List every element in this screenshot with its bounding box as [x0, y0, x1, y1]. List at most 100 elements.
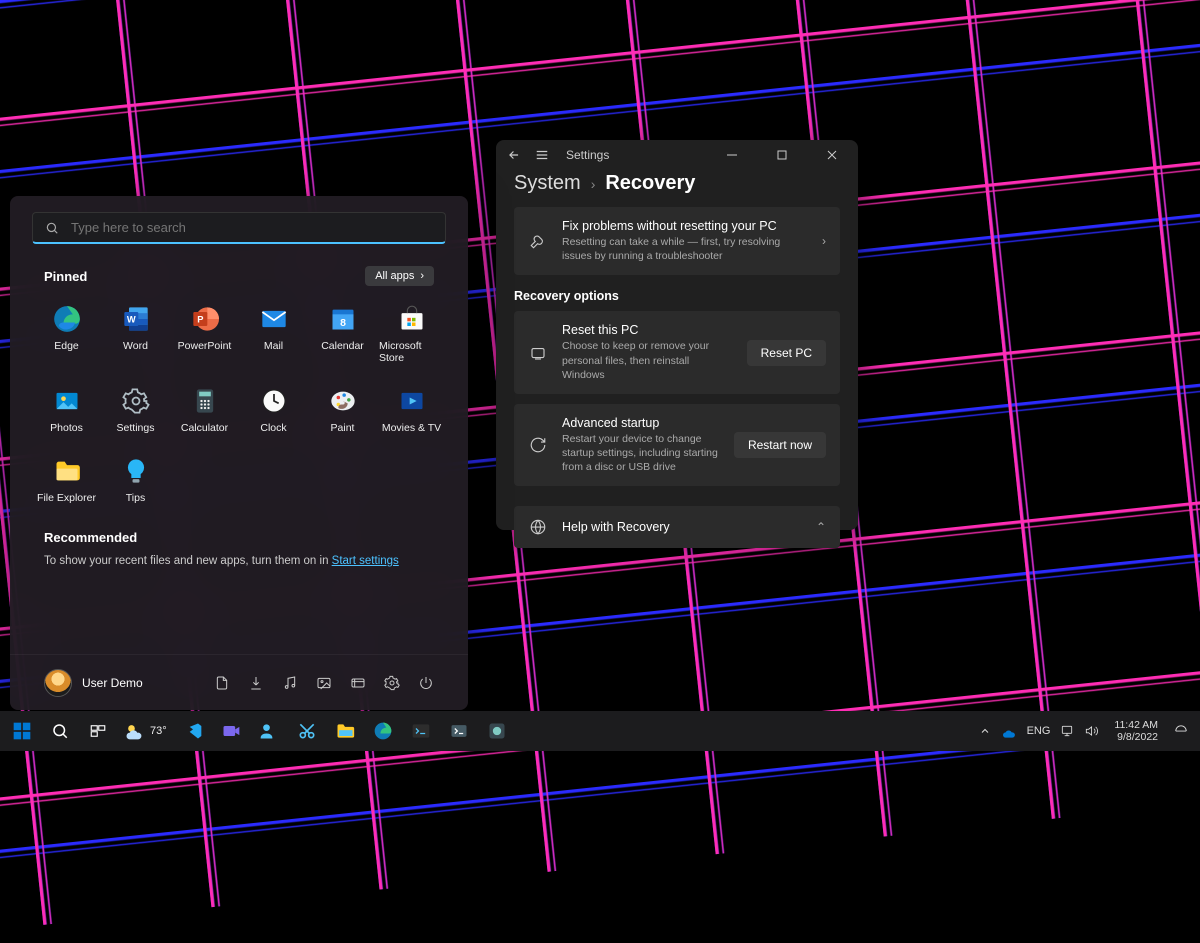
taskbar-app-people[interactable]	[251, 715, 287, 747]
pinned-app-calculator[interactable]: Calculator	[170, 380, 239, 440]
start-settings-link[interactable]: Start settings	[332, 555, 399, 567]
clock-icon	[259, 386, 289, 416]
tray-volume-icon[interactable]	[1084, 724, 1098, 738]
start-footer: User Demo	[10, 654, 468, 710]
pinned-label: Pinned	[44, 269, 87, 284]
app-label: Mail	[264, 340, 283, 352]
settings-icon	[121, 386, 151, 416]
pinned-app-explorer[interactable]: File Explorer	[32, 450, 101, 510]
search-input[interactable]	[71, 220, 433, 235]
recommended-label: Recommended	[10, 510, 468, 545]
explorer-icon	[52, 456, 82, 486]
app-label: Clock	[260, 422, 286, 434]
pinned-app-edge[interactable]: Edge	[32, 298, 101, 370]
weather-widget[interactable]: 73°	[118, 721, 173, 741]
settings-window: Settings System › Recovery Fix problems …	[496, 140, 858, 530]
pinned-app-movies[interactable]: Movies & TV	[377, 380, 446, 440]
mail-icon	[259, 304, 289, 334]
reset-icon	[528, 344, 548, 362]
word-icon: W	[121, 304, 151, 334]
maximize-button[interactable]	[762, 140, 802, 170]
pinned-app-calendar[interactable]: 8Calendar	[308, 298, 377, 370]
settings-titlebar: Settings	[496, 140, 858, 170]
wrench-icon	[528, 232, 548, 250]
app-label: Movies & TV	[382, 422, 441, 434]
pinned-apps-grid: Edge W Word P PowerPoint Mail 8CalendarMicroso…	[10, 286, 468, 510]
reset-title: Reset this PC	[562, 323, 733, 337]
search-box[interactable]	[32, 212, 446, 244]
fix-problems-card[interactable]: Fix problems without resetting your PC R…	[514, 207, 840, 275]
chevron-right-icon: ›	[822, 234, 826, 248]
pinned-app-paint[interactable]: Paint	[308, 380, 377, 440]
svg-text:P: P	[197, 315, 203, 325]
start-button[interactable]	[4, 715, 40, 747]
pinned-app-store[interactable]: Microsoft Store	[377, 298, 446, 370]
tray-onedrive-icon[interactable]	[1001, 723, 1017, 739]
pinned-app-ppt[interactable]: P PowerPoint	[170, 298, 239, 370]
calendar-icon: 8	[328, 304, 358, 334]
taskbar-app-snip[interactable]	[289, 715, 325, 747]
fix-title: Fix problems without resetting your PC	[562, 219, 808, 233]
reset-pc-button[interactable]: Reset PC	[747, 340, 826, 366]
recommended-text: To show your recent files and new apps, …	[10, 545, 468, 577]
music-icon[interactable]	[282, 675, 298, 691]
help-recovery-card[interactable]: Help with Recovery ⌃	[514, 506, 840, 548]
minimize-button[interactable]	[712, 140, 752, 170]
taskbar-app-vscode[interactable]	[175, 715, 211, 747]
weather-temp: 73°	[150, 725, 167, 737]
app-label: Word	[123, 340, 148, 352]
paint-icon	[328, 386, 358, 416]
pinned-app-word[interactable]: W Word	[101, 298, 170, 370]
tray-language[interactable]: ENG	[1027, 725, 1051, 737]
app-label: Paint	[331, 422, 355, 434]
start-menu: Pinned All apps › Edge W Word P PowerPoint Ma…	[10, 196, 468, 710]
downloads-icon[interactable]	[248, 675, 264, 691]
taskbar-search-button[interactable]	[42, 715, 78, 747]
search-icon	[45, 221, 59, 235]
taskbar-app-misc1[interactable]	[441, 715, 477, 747]
videos-icon[interactable]	[350, 675, 366, 691]
tray-network-icon[interactable]	[1060, 724, 1074, 738]
pinned-app-mail[interactable]: Mail	[239, 298, 308, 370]
breadcrumb: System › Recovery	[496, 170, 858, 207]
window-title: Settings	[566, 148, 702, 162]
documents-icon[interactable]	[214, 675, 230, 691]
restart-icon	[528, 436, 548, 454]
menu-button[interactable]	[534, 148, 550, 162]
app-label: File Explorer	[37, 492, 96, 504]
taskbar-app-edge[interactable]	[365, 715, 401, 747]
user-account-button[interactable]: User Demo	[44, 669, 143, 697]
taskbar-app-video[interactable]	[213, 715, 249, 747]
app-label: Calculator	[181, 422, 228, 434]
taskbar-app-terminal[interactable]	[403, 715, 439, 747]
ppt-icon: P	[190, 304, 220, 334]
restart-now-button[interactable]: Restart now	[734, 432, 826, 458]
advanced-title: Advanced startup	[562, 416, 720, 430]
pinned-app-photos[interactable]: Photos	[32, 380, 101, 440]
power-icon[interactable]	[418, 675, 434, 691]
settings-icon[interactable]	[384, 675, 400, 691]
pinned-app-clock[interactable]: Clock	[239, 380, 308, 440]
breadcrumb-current: Recovery	[605, 172, 695, 195]
all-apps-button[interactable]: All apps ›	[365, 266, 434, 286]
help-title: Help with Recovery	[562, 520, 802, 534]
back-button[interactable]	[506, 148, 522, 162]
app-label: Edge	[54, 340, 79, 352]
pictures-icon[interactable]	[316, 675, 332, 691]
pinned-app-settings[interactable]: Settings	[101, 380, 170, 440]
recovery-options-label: Recovery options	[496, 285, 858, 311]
chevron-up-icon: ⌃	[816, 520, 826, 534]
chevron-right-icon: ›	[420, 270, 424, 282]
taskbar-clock[interactable]: 11:42 AM 9/8/2022	[1108, 719, 1164, 743]
pinned-app-tips[interactable]: Tips	[101, 450, 170, 510]
task-view-button[interactable]	[80, 715, 116, 747]
taskbar-app-explorer[interactable]	[327, 715, 363, 747]
tray-chevron-up-icon[interactable]	[979, 725, 991, 737]
tray-notifications-icon[interactable]	[1174, 724, 1188, 738]
breadcrumb-parent[interactable]: System	[514, 172, 581, 195]
close-button[interactable]	[812, 140, 852, 170]
taskbar-app-misc2[interactable]	[479, 715, 515, 747]
photos-icon	[52, 386, 82, 416]
app-label: PowerPoint	[178, 340, 232, 352]
avatar	[44, 669, 72, 697]
